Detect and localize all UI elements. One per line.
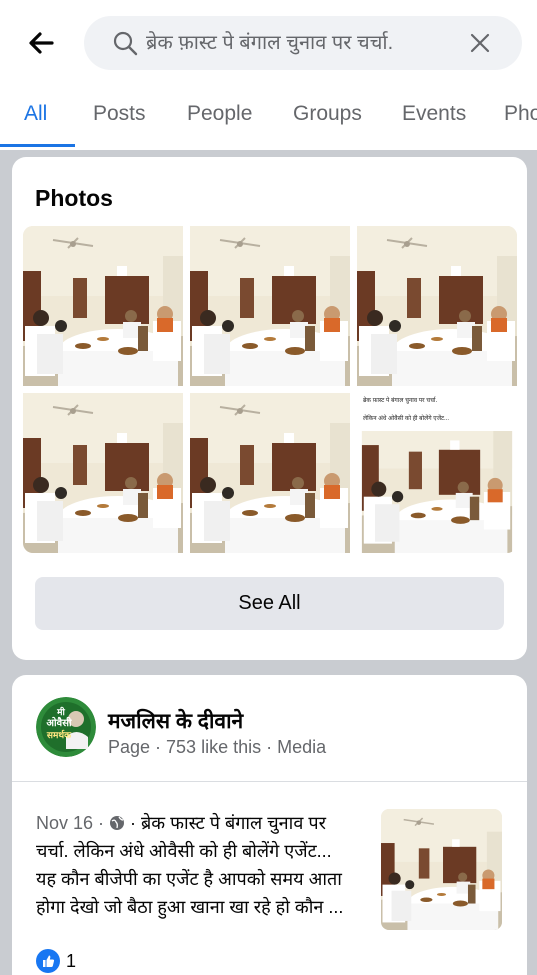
search-icon [113,31,138,56]
top-bar: ब्रेक फ़ास्ट पे बंगाल चुनाव पर चर्चा. Al… [0,0,537,150]
tab-photos[interactable]: Pho [504,102,537,126]
like-icon [36,949,60,973]
close-icon[interactable] [468,31,492,55]
page-avatar[interactable]: मी ओवैसी समर्थक [36,697,96,757]
tab-people[interactable]: People [187,102,252,126]
avatar-text: ओवैसी [46,718,72,729]
dining-room-photo [23,393,183,553]
photo-thumbnail-with-caption[interactable]: ब्रेक फ़ास्ट पे बंगाल चुनाव पर चर्चा. ले… [357,393,517,553]
divider [12,781,527,782]
photo-thumbnail[interactable] [190,226,350,386]
avatar-text: मी [57,707,65,717]
section-title: Photos [35,185,113,211]
post-text: · ब्रेक फास्ट पे बंगाल चुनाव पर [125,813,326,833]
search-bar[interactable]: ब्रेक फ़ास्ट पे बंगाल चुनाव पर चर्चा. [84,16,522,70]
search-input[interactable]: ब्रेक फ़ास्ट पे बंगाल चुनाव पर चर्चा. [146,16,466,70]
dining-room-photo [190,393,350,553]
post-date: Nov 16 · [36,813,110,833]
photo-grid: ब्रेक फ़ास्ट पे बंगाल चुनाव पर चर्चा. ले… [23,226,517,553]
photo-thumbnail[interactable] [357,226,517,386]
avatar-text: समर्थक [46,730,72,740]
active-tab-indicator [0,144,75,147]
photo-thumbnail[interactable] [190,393,350,553]
page-name[interactable]: मजलिस के दीवाने [108,707,243,735]
see-all-button[interactable]: See All [35,577,504,630]
dining-room-photo [23,226,183,386]
tab-posts[interactable]: Posts [93,102,146,126]
post-text-line[interactable]: होगा देखो जो बैठा हुआ खाना खा रहे हो कौन… [36,892,366,922]
dining-room-photo [357,226,517,386]
page-result-card[interactable]: मी ओवैसी समर्थक मजलिस के दीवाने Page · 7… [12,675,527,975]
tab-groups[interactable]: Groups [293,102,362,126]
like-count: 1 [66,951,77,971]
filter-tabs: All Posts People Groups Events Pho [0,88,537,148]
photo-caption-line: ब्रेक फ़ास्ट पे बंगाल चुनाव पर चर्चा. [363,398,438,404]
dining-room-photo [190,226,350,386]
dining-room-photo [381,809,502,930]
dining-room-photo [360,431,514,553]
photo-thumbnail[interactable] [23,393,183,553]
back-arrow-icon[interactable] [26,28,56,58]
post-text-line[interactable]: Nov 16 · · ब्रेक फास्ट पे बंगाल चुनाव पर [36,808,366,838]
post-text-line[interactable]: यह कौन बीजेपी का एजेंट है आपको समय आता [36,864,366,894]
page-meta: Page · 753 like this · Media [108,737,327,757]
photo-caption-line: लेकिन अंधे ओवैसी को ही बोलेंगे एजेंट... [363,416,450,422]
photo-thumbnail[interactable] [23,226,183,386]
tab-events[interactable]: Events [402,102,466,126]
photos-section: Photos ब्रेक फ़ास्ट पे बंगाल चुनाव पर चर… [12,157,527,660]
post-thumbnail[interactable] [381,809,502,930]
tab-all[interactable]: All [24,102,47,126]
post-text-line[interactable]: चर्चा. लेकिन अंधे ओवैसी को ही बोलेंगे एज… [36,836,366,866]
globe-icon [110,816,125,830]
